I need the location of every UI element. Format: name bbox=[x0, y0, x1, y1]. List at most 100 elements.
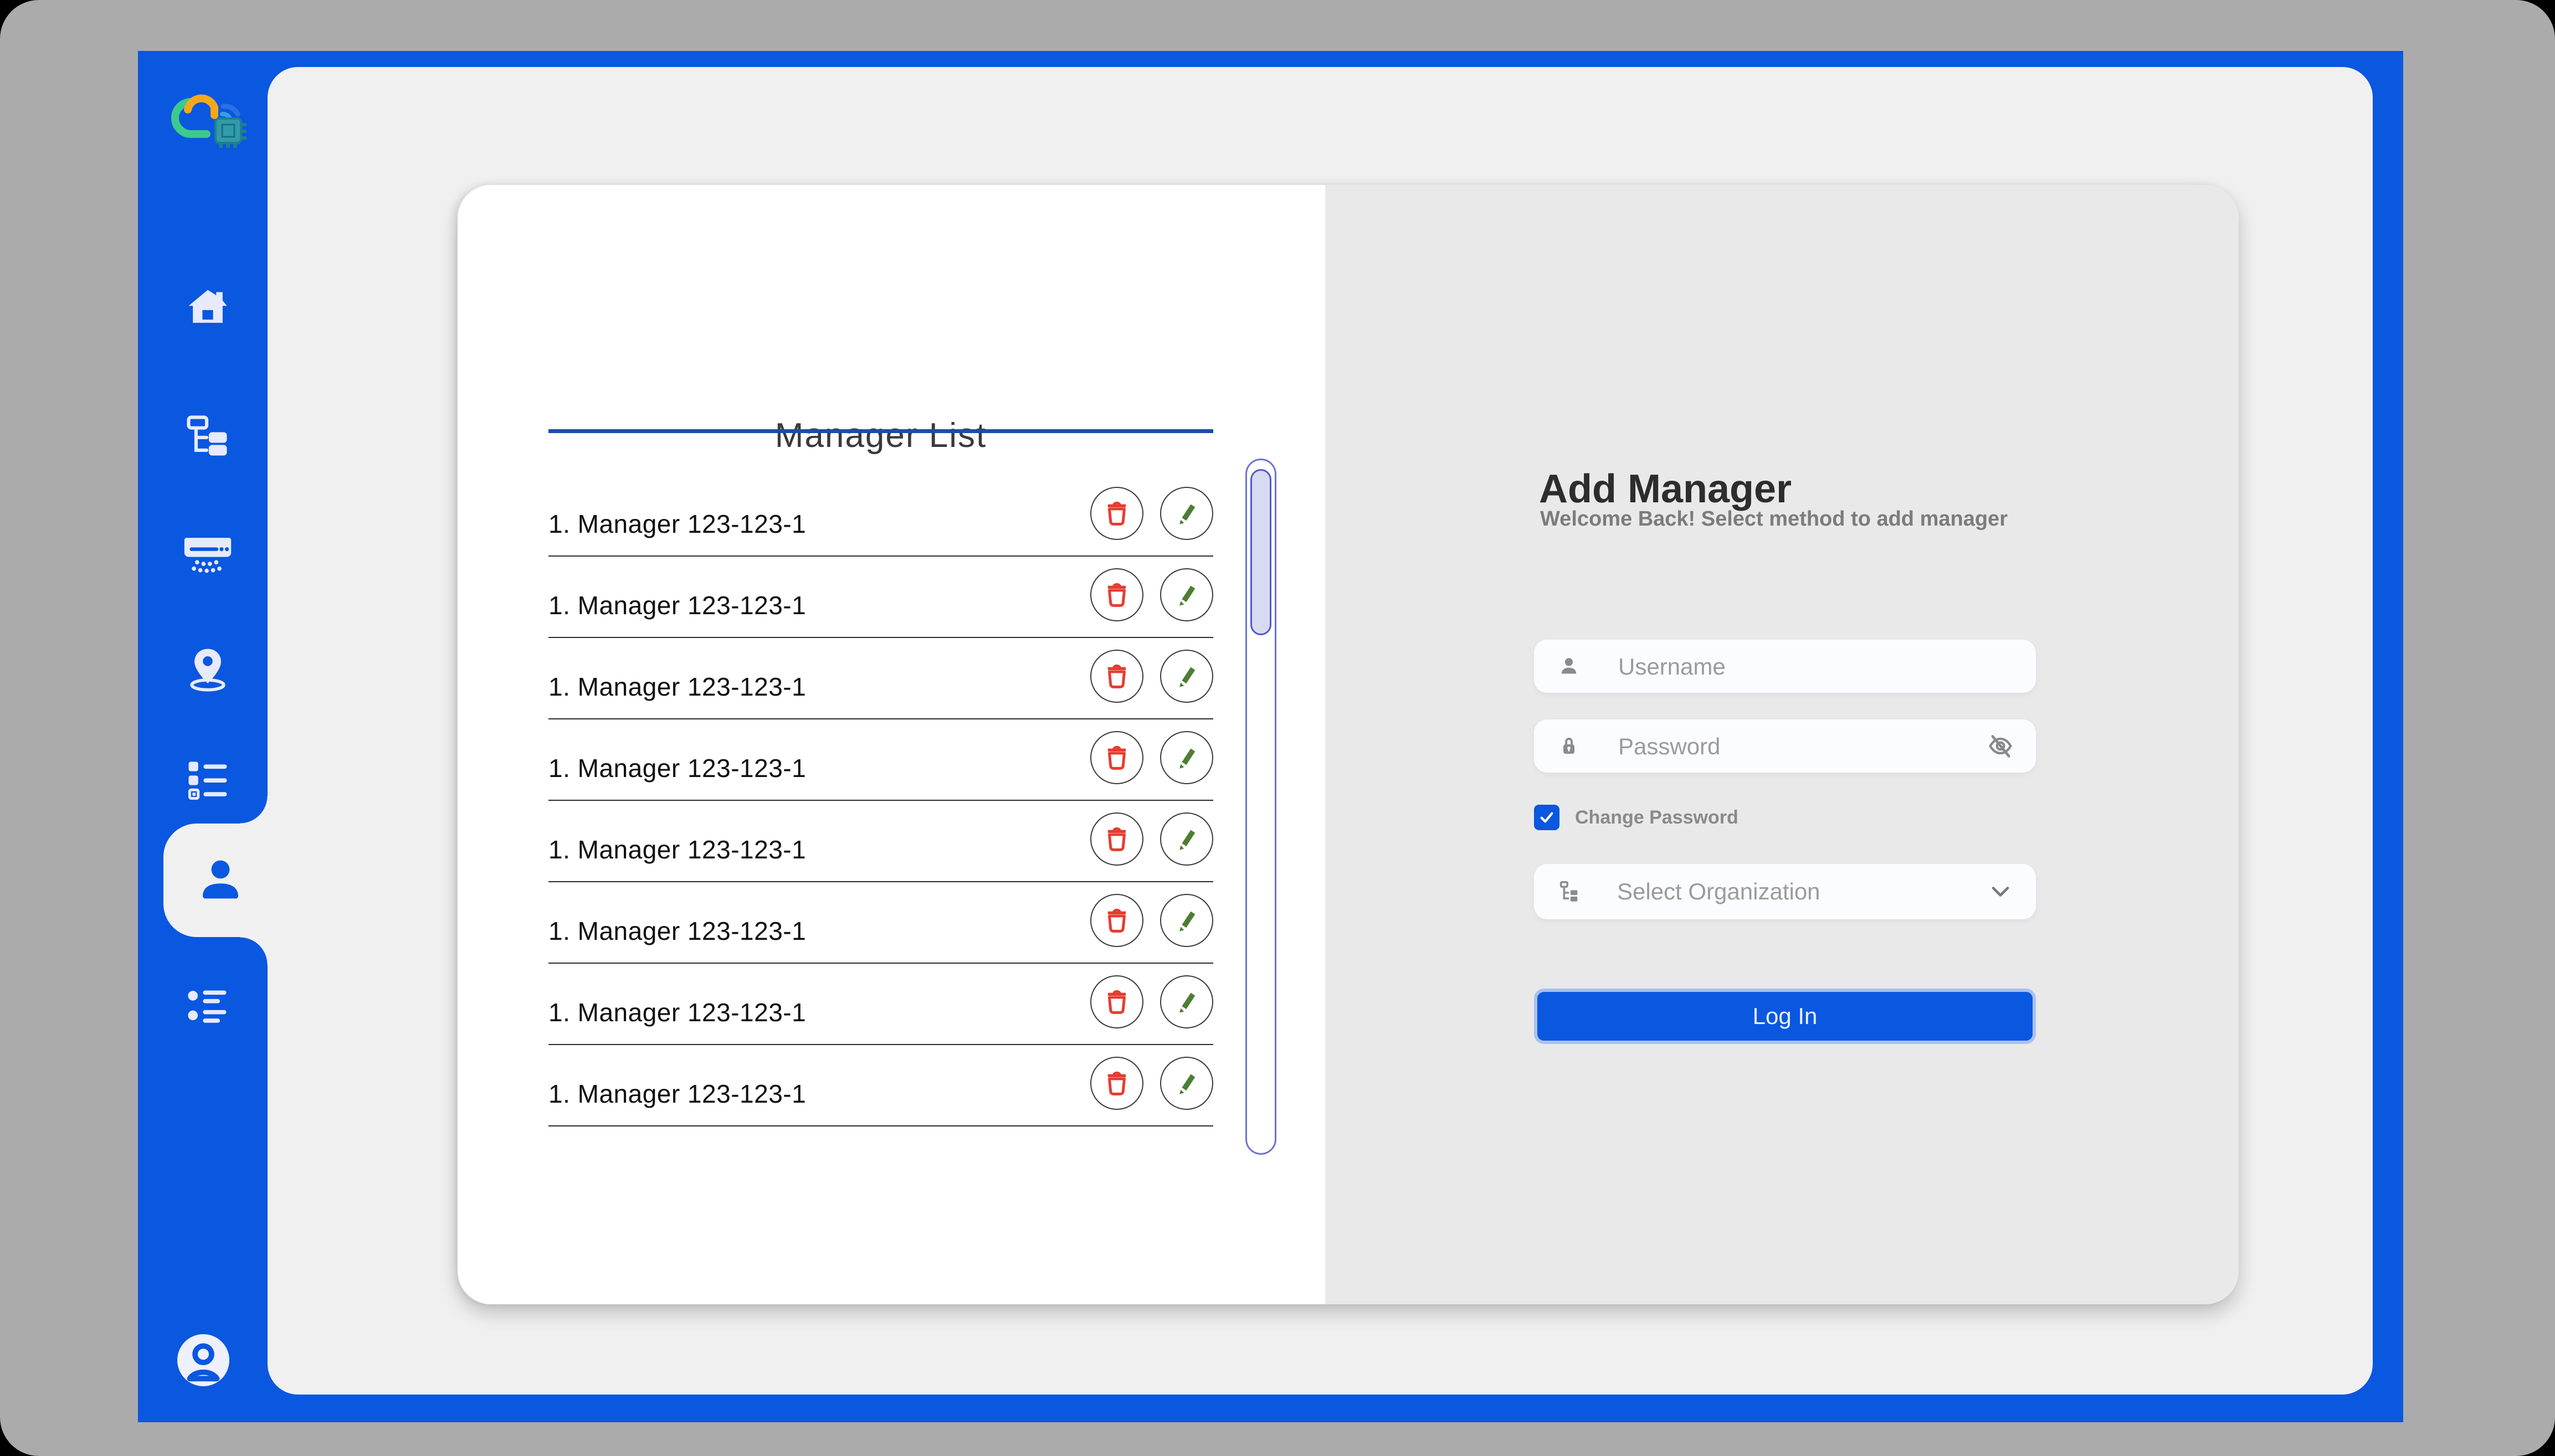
sidebar-item-tasks[interactable] bbox=[182, 755, 233, 806]
edit-manager-button[interactable] bbox=[1160, 487, 1213, 540]
edit-manager-button[interactable] bbox=[1160, 1057, 1213, 1110]
manager-card: Manager List 1. Manager 123-123-1 bbox=[458, 185, 2239, 1304]
delete-manager-button[interactable] bbox=[1090, 487, 1143, 540]
row-actions bbox=[1090, 487, 1213, 540]
pencil-icon bbox=[1172, 1067, 1202, 1099]
table-row: 1. Manager 123-123-1 bbox=[548, 475, 1213, 557]
sidebar-item-home[interactable] bbox=[182, 285, 233, 336]
row-actions bbox=[1090, 650, 1213, 703]
task-list-icon bbox=[182, 754, 233, 808]
app-window: Manager Management Manager List 1. Manag… bbox=[138, 51, 2403, 1422]
manager-row-label: 1. Manager 123-123-1 bbox=[548, 899, 806, 946]
eye-off-icon bbox=[1986, 732, 2015, 760]
sidebar-item-ac-units[interactable] bbox=[182, 528, 233, 579]
add-manager-panel: Add Manager Welcome Back! Select method … bbox=[1325, 185, 2239, 1304]
delete-manager-button[interactable] bbox=[1090, 1057, 1143, 1110]
table-row: 1. Manager 123-123-1 bbox=[548, 1045, 1213, 1126]
person-icon bbox=[1556, 654, 1582, 679]
pencil-icon bbox=[1172, 497, 1202, 529]
active-tab-top-fillet bbox=[240, 796, 268, 824]
trash-icon bbox=[1102, 823, 1132, 855]
delete-manager-button[interactable] bbox=[1090, 894, 1143, 947]
delete-manager-button[interactable] bbox=[1090, 812, 1143, 866]
add-manager-subtitle: Welcome Back! Select method to add manag… bbox=[1540, 507, 2008, 531]
org-tree-icon bbox=[1556, 879, 1582, 904]
edit-manager-button[interactable] bbox=[1160, 568, 1213, 621]
pencil-icon bbox=[1172, 986, 1202, 1017]
row-actions bbox=[1090, 731, 1213, 784]
change-password-label: Change Password bbox=[1575, 807, 1738, 829]
edit-manager-button[interactable] bbox=[1160, 894, 1213, 947]
username-field[interactable] bbox=[1534, 640, 2036, 693]
table-row: 1. Manager 123-123-1 bbox=[548, 557, 1213, 638]
username-input[interactable] bbox=[1617, 640, 1964, 694]
pencil-icon bbox=[1172, 904, 1202, 936]
trash-icon bbox=[1102, 742, 1132, 773]
manager-list-title: Manager List bbox=[548, 416, 1213, 455]
edit-manager-button[interactable] bbox=[1160, 975, 1213, 1028]
desktop-background: Manager Management Manager List 1. Manag… bbox=[0, 0, 2555, 1456]
table-row: 1. Manager 123-123-1 bbox=[548, 638, 1213, 719]
check-icon bbox=[1538, 809, 1556, 826]
manager-row-label: 1. Manager 123-123-1 bbox=[548, 655, 806, 702]
delete-manager-button[interactable] bbox=[1090, 650, 1143, 703]
change-password-row: Change Password bbox=[1534, 804, 1738, 831]
trash-icon bbox=[1102, 1067, 1132, 1099]
delete-manager-button[interactable] bbox=[1090, 975, 1143, 1028]
edit-manager-button[interactable] bbox=[1160, 650, 1213, 703]
sidebar-item-managers[interactable] bbox=[163, 824, 273, 937]
trash-icon bbox=[1102, 497, 1132, 529]
manager-row-label: 1. Manager 123-123-1 bbox=[548, 737, 806, 783]
pencil-icon bbox=[1172, 660, 1202, 692]
password-field[interactable] bbox=[1534, 719, 2036, 773]
user-avatar[interactable] bbox=[177, 1334, 229, 1386]
delete-manager-button[interactable] bbox=[1090, 568, 1143, 621]
edit-manager-button[interactable] bbox=[1160, 731, 1213, 784]
ac-unit-icon bbox=[182, 527, 233, 581]
sidebar-item-locations[interactable] bbox=[182, 645, 233, 696]
manager-rows: 1. Manager 123-123-1 1. Manager 123-123-… bbox=[548, 475, 1213, 1126]
account-circle-icon bbox=[177, 1379, 229, 1388]
sidebar-item-logs[interactable] bbox=[182, 982, 233, 1033]
manager-row-label: 1. Manager 123-123-1 bbox=[548, 492, 806, 539]
chevron-down-icon bbox=[1986, 877, 2015, 906]
main-content: Manager Management Manager List 1. Manag… bbox=[268, 67, 2373, 1395]
manager-list-underline bbox=[548, 429, 1213, 433]
row-actions bbox=[1090, 894, 1213, 947]
trash-icon bbox=[1102, 986, 1132, 1017]
table-row: 1. Manager 123-123-1 bbox=[548, 882, 1213, 964]
trash-icon bbox=[1102, 904, 1132, 936]
row-actions bbox=[1090, 975, 1213, 1028]
trash-icon bbox=[1102, 660, 1132, 692]
home-icon bbox=[182, 284, 233, 337]
sidebar-item-organization[interactable] bbox=[182, 412, 233, 463]
manager-row-label: 1. Manager 123-123-1 bbox=[548, 818, 806, 865]
pencil-icon bbox=[1172, 742, 1202, 773]
cloud-chip-logo bbox=[162, 84, 251, 151]
add-manager-title: Add Manager bbox=[1539, 466, 1792, 512]
select-organization-dropdown[interactable]: Select Organization bbox=[1534, 864, 2036, 919]
pencil-icon bbox=[1172, 823, 1202, 855]
sitemap-icon bbox=[182, 411, 233, 465]
password-input[interactable] bbox=[1617, 719, 1964, 774]
log-in-button[interactable]: Log In bbox=[1534, 989, 2036, 1044]
manager-row-label: 1. Manager 123-123-1 bbox=[548, 1062, 806, 1109]
change-password-checkbox[interactable] bbox=[1534, 805, 1559, 830]
manager-list-scrollbar[interactable] bbox=[1245, 459, 1276, 1155]
select-organization-value: Select Organization bbox=[1617, 878, 1820, 905]
row-actions bbox=[1090, 812, 1213, 866]
manager-list-panel: Manager List 1. Manager 123-123-1 bbox=[458, 185, 1325, 1304]
table-row: 1. Manager 123-123-1 bbox=[548, 801, 1213, 882]
trash-icon bbox=[1102, 579, 1132, 610]
edit-manager-button[interactable] bbox=[1160, 812, 1213, 866]
active-tab-bottom-fillet bbox=[240, 937, 268, 965]
lock-icon bbox=[1556, 733, 1582, 759]
pencil-icon bbox=[1172, 579, 1202, 610]
scrollbar-thumb[interactable] bbox=[1250, 469, 1271, 635]
location-pin-icon bbox=[182, 644, 233, 697]
toggle-password-visibility-button[interactable] bbox=[1986, 732, 2015, 760]
manager-row-label: 1. Manager 123-123-1 bbox=[548, 574, 806, 620]
manager-row-label: 1. Manager 123-123-1 bbox=[548, 981, 806, 1027]
table-row: 1. Manager 123-123-1 bbox=[548, 964, 1213, 1045]
delete-manager-button[interactable] bbox=[1090, 731, 1143, 784]
